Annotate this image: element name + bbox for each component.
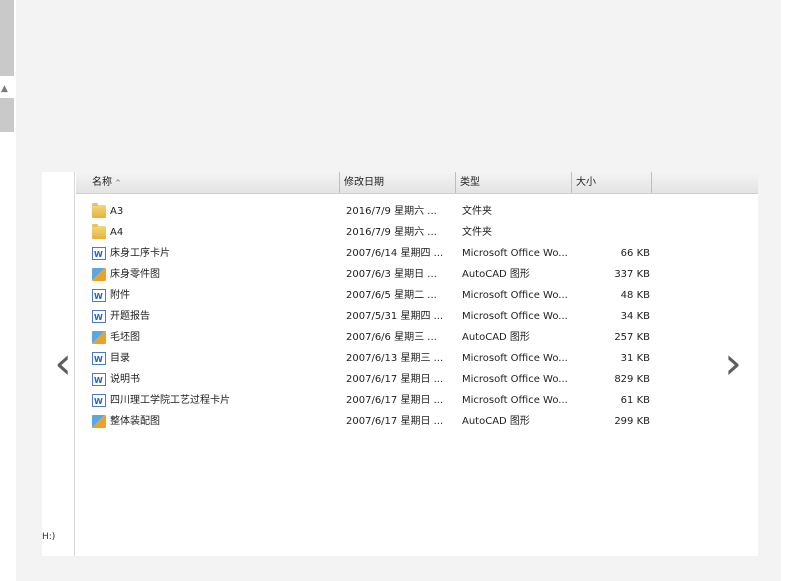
file-name-cell: 开题报告 [92, 306, 336, 327]
file-row[interactable]: 整体装配图 2007/6/17 星期日 ... AutoCAD 图形 299 KB [76, 411, 758, 432]
file-name: 附件 [110, 290, 130, 301]
file-row[interactable]: 附件 2007/6/5 星期二 ... Microsoft Office Wo...… [76, 285, 758, 306]
file-size: 299 KB [614, 416, 650, 427]
column-header-bar: 名称 ^ 修改日期 类型 大小 [76, 172, 758, 194]
file-type: AutoCAD 图形 [462, 416, 530, 427]
file-size: 257 KB [614, 332, 650, 343]
file-row[interactable]: 毛坯图 2007/6/6 星期三 ... AutoCAD 图形 257 KB [76, 327, 758, 348]
file-name: 目录 [110, 353, 130, 364]
autocad-dwg-icon [92, 268, 106, 281]
column-header-type-label: 类型 [460, 177, 480, 188]
file-size: 48 KB [620, 290, 650, 301]
word-doc-icon [92, 286, 106, 306]
file-size: 66 KB [620, 248, 650, 259]
file-name: 毛坯图 [110, 332, 140, 343]
file-size: 829 KB [614, 374, 650, 385]
file-row[interactable]: 目录 2007/6/13 星期三 ... Microsoft Office Wo..… [76, 348, 758, 369]
file-date: 2007/6/5 星期二 ... [346, 290, 437, 301]
column-header-size[interactable]: 大小 [572, 172, 652, 193]
file-date: 2016/7/9 星期六 ... [346, 206, 437, 217]
sort-ascending-icon: ^ [115, 179, 121, 187]
file-type: Microsoft Office Wo... [462, 395, 568, 406]
file-name: 开题报告 [110, 311, 150, 322]
file-name-cell: 毛坯图 [92, 327, 336, 348]
next-image-arrow-icon[interactable]: › [718, 338, 748, 390]
right-margin [781, 0, 793, 581]
file-name-cell: 附件 [92, 285, 336, 306]
file-name: 整体装配图 [110, 416, 160, 427]
file-explorer-window: H:) 名称 ^ 修改日期 类型 大小 A3 2016/7/9 星期六 ... 文件夹… [42, 172, 758, 556]
file-row[interactable]: 床身工序卡片 2007/6/14 星期四 ... Microsoft Office … [76, 243, 758, 264]
file-size [578, 222, 650, 243]
word-doc-icon [92, 391, 106, 411]
file-size: 34 KB [620, 311, 650, 322]
column-header-date-label: 修改日期 [344, 177, 384, 188]
file-type: 文件夹 [462, 227, 492, 238]
file-name: A4 [110, 227, 124, 238]
file-name-cell: A3 [92, 201, 336, 222]
previous-image-arrow-icon[interactable]: ‹ [48, 338, 78, 390]
file-type: Microsoft Office Wo... [462, 290, 568, 301]
scroll-thumb-lower[interactable] [0, 98, 14, 132]
file-name: A3 [110, 206, 124, 217]
file-row[interactable]: 四川理工学院工艺过程卡片 2007/6/17 星期日 ... Microsoft O… [76, 390, 758, 411]
file-name-cell: A4 [92, 222, 336, 243]
file-type: Microsoft Office Wo... [462, 353, 568, 364]
file-list: A3 2016/7/9 星期六 ... 文件夹 A4 2016/7/9 星期六 ... 文… [76, 201, 758, 432]
file-name-cell: 整体装配图 [92, 411, 336, 432]
file-size: 31 KB [620, 353, 650, 364]
column-header-name-label: 名称 [92, 177, 112, 188]
file-size: 337 KB [614, 269, 650, 280]
file-name-cell: 四川理工学院工艺过程卡片 [92, 390, 336, 411]
file-type: Microsoft Office Wo... [462, 311, 568, 322]
column-header-type[interactable]: 类型 [456, 172, 572, 193]
file-type: AutoCAD 图形 [462, 332, 530, 343]
file-date: 2007/6/3 星期日 ... [346, 269, 437, 280]
file-name-cell: 说明书 [92, 369, 336, 390]
file-row[interactable]: 说明书 2007/6/17 星期日 ... Microsoft Office Wo.… [76, 369, 758, 390]
scroll-thumb[interactable] [0, 0, 14, 76]
column-header-size-label: 大小 [576, 177, 596, 188]
file-type: Microsoft Office Wo... [462, 248, 568, 259]
word-doc-icon [92, 370, 106, 390]
file-date: 2016/7/9 星期六 ... [346, 227, 437, 238]
folder-icon [92, 203, 106, 218]
file-size: 61 KB [620, 395, 650, 406]
file-row[interactable]: A4 2016/7/9 星期六 ... 文件夹 [76, 222, 758, 243]
column-header-date[interactable]: 修改日期 [340, 172, 456, 193]
drive-label[interactable]: H:) [42, 532, 55, 542]
file-row[interactable]: A3 2016/7/9 星期六 ... 文件夹 [76, 201, 758, 222]
file-name-cell: 床身零件图 [92, 264, 336, 285]
scroll-up-arrow-icon[interactable]: ▲ [1, 84, 11, 94]
column-header-name[interactable]: 名称 ^ [76, 172, 340, 193]
file-name: 说明书 [110, 374, 140, 385]
file-date: 2007/6/17 星期日 ... [346, 374, 444, 385]
file-type: AutoCAD 图形 [462, 269, 530, 280]
file-name: 床身工序卡片 [110, 248, 170, 259]
file-date: 2007/6/17 星期日 ... [346, 416, 444, 427]
file-row[interactable]: 床身零件图 2007/6/3 星期日 ... AutoCAD 图形 337 KB [76, 264, 758, 285]
file-type: 文件夹 [462, 206, 492, 217]
file-row[interactable]: 开题报告 2007/5/31 星期四 ... Microsoft Office Wo… [76, 306, 758, 327]
autocad-dwg-icon [92, 331, 106, 344]
file-type: Microsoft Office Wo... [462, 374, 568, 385]
file-name-cell: 目录 [92, 348, 336, 369]
file-size [578, 201, 650, 222]
file-date: 2007/6/13 星期三 ... [346, 353, 444, 364]
word-doc-icon [92, 307, 106, 327]
word-doc-icon [92, 349, 106, 369]
autocad-dwg-icon [92, 415, 106, 428]
file-date: 2007/6/17 星期日 ... [346, 395, 444, 406]
file-name-cell: 床身工序卡片 [92, 243, 336, 264]
folder-icon [92, 224, 106, 239]
file-date: 2007/6/14 星期四 ... [346, 248, 444, 259]
file-date: 2007/6/6 星期三 ... [346, 332, 437, 343]
file-name: 床身零件图 [110, 269, 160, 280]
word-doc-icon [92, 244, 106, 264]
file-date: 2007/5/31 星期四 ... [346, 311, 444, 322]
left-scrollbar[interactable]: ▲ [0, 0, 16, 581]
file-name: 四川理工学院工艺过程卡片 [110, 395, 230, 406]
